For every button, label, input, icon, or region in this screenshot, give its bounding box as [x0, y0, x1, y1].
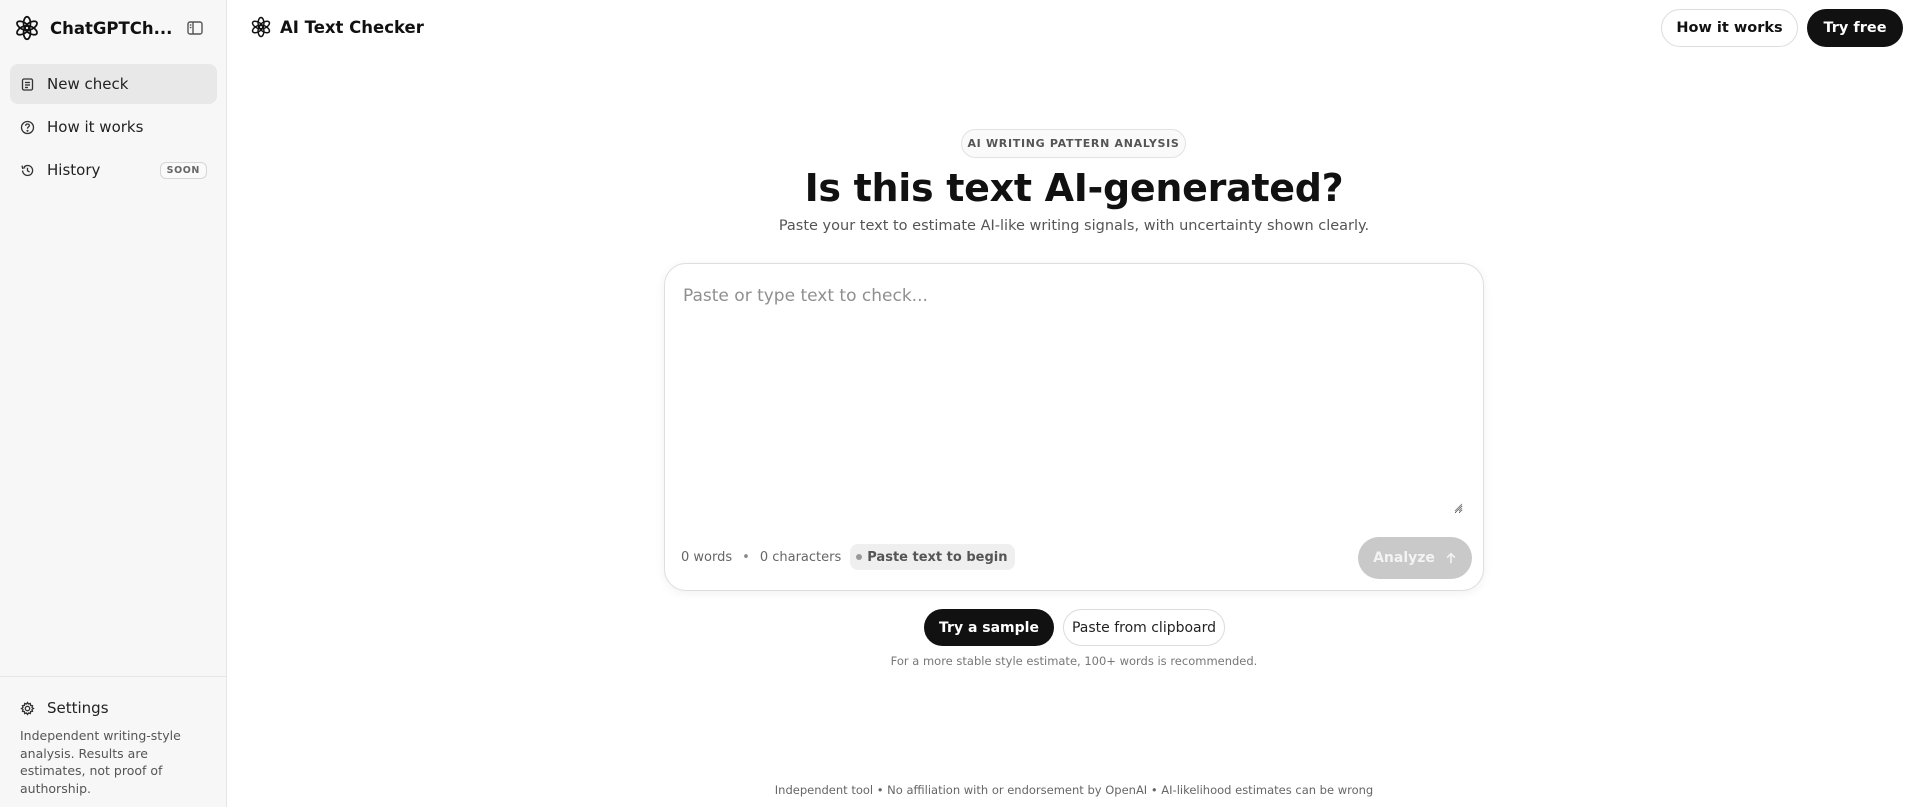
question-circle-icon: [20, 120, 35, 135]
analyze-button[interactable]: Analyze: [1358, 537, 1472, 579]
eyebrow-badge: AI WRITING PATTERN ANALYSIS: [961, 129, 1186, 158]
sidebar-item-label: How it works: [47, 118, 144, 136]
text-stats: 0 words • 0 characters Paste text to beg…: [681, 544, 1016, 570]
resize-handle-icon[interactable]: [1453, 502, 1463, 512]
gear-icon: [20, 700, 35, 716]
app-title: AI Text Checker: [280, 17, 424, 37]
page-title: Is this text AI-generated?: [804, 166, 1344, 210]
page-subtitle: Paste your text to estimate AI-like writ…: [778, 218, 1370, 234]
text-input[interactable]: [683, 286, 1463, 514]
brand-name: ChatGPTCh...: [50, 18, 173, 38]
footer-disclaimer: Independent tool • No affiliation with o…: [774, 783, 1374, 797]
status-label: Paste text to begin: [867, 549, 1008, 565]
how-it-works-button[interactable]: How it works: [1661, 9, 1798, 47]
try-free-button[interactable]: Try free: [1807, 9, 1903, 47]
status-dot-icon: [856, 554, 863, 560]
settings-label: Settings: [47, 699, 109, 717]
page-header-title: AI Text Checker: [250, 16, 424, 38]
status-badge: Paste text to begin: [850, 544, 1016, 570]
document-icon: [20, 77, 35, 92]
sidebar-item-how-it-works[interactable]: How it works: [10, 107, 217, 147]
sidebar-toggle-icon[interactable]: [186, 19, 204, 37]
sidebar-item-new-check[interactable]: New check: [10, 64, 217, 104]
word-recommendation-hint: For a more stable style estimate, 100+ w…: [890, 654, 1258, 668]
brand[interactable]: ChatGPTCh...: [14, 14, 172, 42]
sidebar: ChatGPTCh... New check How it works Hist…: [0, 0, 227, 807]
arrow-up-icon: [1445, 552, 1457, 564]
character-count: 0 characters: [759, 549, 842, 565]
stats-separator: •: [742, 549, 750, 565]
settings-button[interactable]: Settings: [20, 699, 109, 717]
paste-clipboard-button[interactable]: Paste from clipboard: [1063, 609, 1225, 646]
openai-knot-icon: [250, 16, 272, 38]
text-input-card: 0 words • 0 characters Paste text to beg…: [664, 263, 1484, 591]
sidebar-item-label: New check: [47, 75, 129, 93]
word-count: 0 words: [681, 549, 733, 565]
try-sample-button[interactable]: Try a sample: [924, 609, 1054, 646]
openai-knot-icon: [14, 15, 40, 41]
analyze-label: Analyze: [1373, 550, 1435, 566]
